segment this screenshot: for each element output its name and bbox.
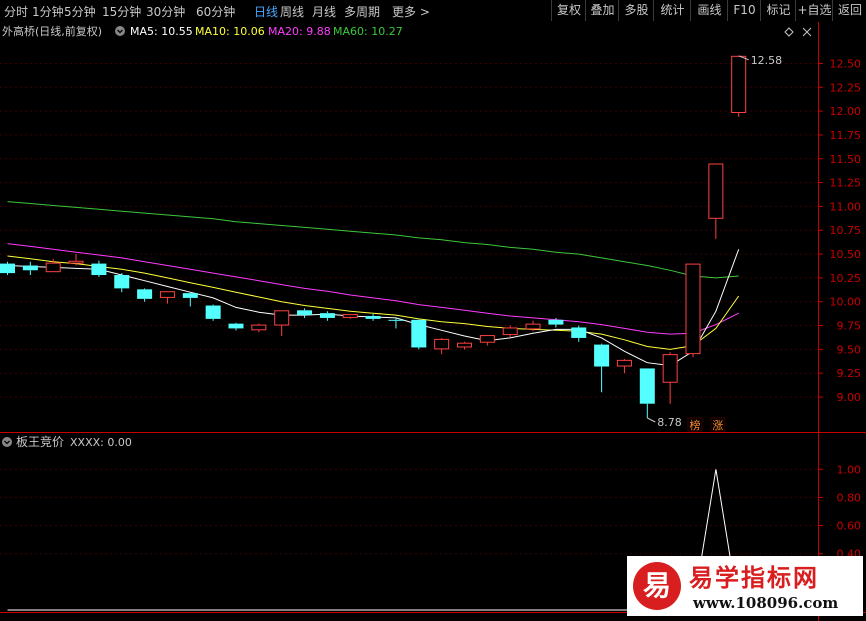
toolbar-button-4[interactable]: 画线 [690, 0, 728, 21]
logo-url: www.108096.com [693, 594, 839, 612]
candle [731, 55, 747, 117]
logo-title: 易学指标网 [689, 564, 819, 592]
toolbar: 分时 1分钟 5分钟 15分钟 30分钟 60分钟 日线 周线 月线 多周期 更多 > 复权 叠加 多股统… [0, 0, 866, 23]
marker[interactable]: 涨 [710, 417, 726, 432]
candle-body [297, 310, 313, 316]
period-10[interactable]: 更多 > [392, 3, 430, 20]
y-tick-label: 11.25 [830, 177, 862, 190]
candle-body [0, 263, 15, 274]
y-tick-label: 12.00 [830, 105, 862, 118]
candle-body [205, 305, 221, 319]
candle-body [388, 319, 404, 321]
marker[interactable]: 榜 [687, 417, 703, 432]
toolbar-button-7[interactable]: +自选 [795, 0, 833, 21]
watermark-logo: 易 易学指标网 www.108096.com [627, 556, 863, 616]
candle-body [685, 263, 701, 355]
toolbar-button-1[interactable]: 叠加 [585, 0, 619, 21]
candle-body [708, 163, 724, 219]
high-label: 12.58 [751, 54, 783, 67]
marker-label: 榜 [690, 418, 701, 432]
candle-body [639, 368, 655, 404]
candle-body [274, 310, 290, 326]
y-tick-label: 9.50 [837, 343, 862, 356]
ma10-label: MA10: 10.06 [195, 25, 265, 38]
y-tick-label: 10.25 [830, 272, 862, 285]
marker-label: 涨 [712, 419, 723, 432]
candle-body [411, 319, 427, 348]
y-tick-label: 9.25 [837, 367, 862, 380]
candle-body [594, 344, 610, 367]
y-tick-label: 9.00 [837, 391, 862, 404]
low-label: 8.78 [657, 416, 682, 429]
y-tick-label: 11.75 [830, 129, 862, 142]
candle-body [182, 293, 198, 298]
period-0[interactable]: 分时 [4, 3, 28, 20]
candle-body [502, 327, 518, 336]
candle-body [457, 342, 472, 348]
period-3[interactable]: 15分钟 [102, 3, 141, 20]
ma20-label: MA20: 9.88 [268, 25, 331, 38]
period-1[interactable]: 1分钟 [32, 3, 64, 20]
candle-body [731, 55, 747, 113]
y-tick-label: 12.50 [830, 57, 862, 70]
candle [0, 261, 15, 276]
period-6[interactable]: 日线 [254, 3, 278, 20]
candle [205, 304, 221, 321]
y-tick-label: 9.75 [837, 320, 862, 333]
candle [411, 319, 427, 350]
candle-body [91, 263, 107, 276]
y-tick-label: 12.25 [830, 81, 862, 94]
ma5-label: MA5: 10.55 [130, 25, 193, 38]
toolbar-button-2[interactable]: 多股 [618, 0, 654, 21]
candle [685, 263, 701, 357]
period-5[interactable]: 60分钟 [196, 3, 235, 20]
y-tick-label: 10.00 [830, 296, 862, 309]
candle-body [342, 314, 358, 318]
toolbar-button-8[interactable]: 返回 [832, 0, 866, 21]
candle-body [45, 262, 61, 273]
kline-chart: 12.50 12.25 12.00 11.75 11.50 11.25 11.00 10.75… [0, 22, 866, 621]
period-7[interactable]: 周线 [280, 3, 304, 20]
toolbar-button-5[interactable]: F10 [727, 0, 761, 21]
y-tick-label: 11.50 [830, 153, 862, 166]
candle-body [525, 323, 541, 330]
sub-y-tick-label: 0.60 [837, 520, 862, 533]
candle-body [228, 323, 244, 329]
candle-body [662, 354, 678, 383]
logo-mark: 易 [633, 562, 681, 610]
toolbar-button-3[interactable]: 统计 [653, 0, 691, 21]
candle-body [434, 338, 450, 350]
sub-y-tick-label: 0.80 [837, 491, 862, 504]
toolbar-button-6[interactable]: 标记 [760, 0, 796, 21]
candle-body [159, 291, 175, 298]
sub-y-tick-label: 1.00 [837, 463, 862, 476]
candle-body [548, 319, 564, 325]
candle-body [571, 327, 587, 338]
sub-settings-icon[interactable] [2, 437, 12, 447]
sub-value-label: XXXX: 0.00 [70, 436, 132, 449]
period-4[interactable]: 30分钟 [146, 3, 185, 20]
period-9[interactable]: 多周期 [344, 3, 380, 20]
ma60-label: MA60: 10.27 [333, 25, 403, 38]
candle-body [319, 313, 335, 318]
y-tick-label: 10.75 [830, 224, 862, 237]
y-tick-label: 10.50 [830, 248, 862, 261]
stock-name[interactable]: 外高桥(日线,前复权) [2, 24, 102, 38]
candle-body [68, 260, 84, 264]
sub-title[interactable]: 板王竞价 [16, 435, 64, 449]
candle-body [616, 359, 632, 367]
candle-body [479, 335, 495, 343]
toolbar-button-0[interactable]: 复权 [551, 0, 586, 21]
candle-body [22, 265, 38, 271]
settings-icon[interactable] [115, 26, 125, 36]
candle-body [137, 289, 153, 299]
y-tick-label: 11.00 [830, 200, 862, 213]
candle-body [251, 324, 267, 331]
period-2[interactable]: 5分钟 [64, 3, 96, 20]
candle-body [365, 316, 381, 319]
period-8[interactable]: 月线 [312, 3, 336, 20]
candle-body [114, 275, 130, 289]
